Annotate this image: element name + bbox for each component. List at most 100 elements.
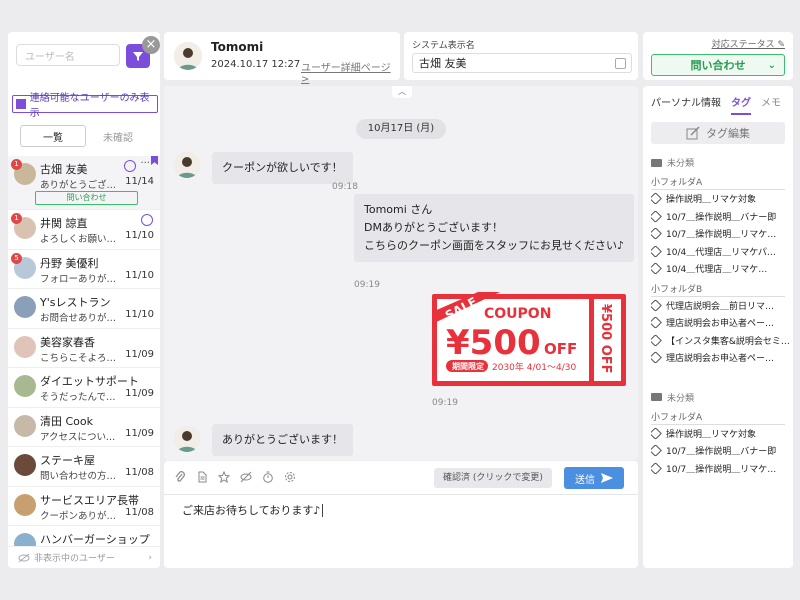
tab-tags[interactable]: タグ (731, 94, 751, 115)
user-list-item[interactable]: 1 井関 諒直 よろしくお願いし… 11/10 (8, 210, 160, 250)
message-date: 11/10 (125, 309, 154, 320)
close-icon[interactable]: × (142, 36, 160, 54)
message-date: 11/10 (125, 230, 154, 241)
chat-area[interactable]: ︿ 10月17日 (月) クーポンが欲しいです！ 09:18 Tomomi さん… (164, 86, 638, 460)
tag-item[interactable]: 【インスタ集客&説明会セミ… (651, 333, 791, 347)
tag-label: 10/4＿代理店＿リマケ… (666, 265, 768, 275)
user-list-item[interactable]: Y'sレストラン お問合せありがと… 11/10 (8, 289, 160, 329)
message-preview: ありがとうござい… (40, 180, 122, 191)
message-input[interactable]: ご来店お待ちしております♪ (182, 502, 327, 518)
message-time: 09:18 (332, 182, 358, 192)
tag-item[interactable]: 代理店説明会＿前日リマ… (651, 298, 791, 312)
tag-icon (651, 244, 662, 258)
confirm-status-button[interactable]: 確認済 (クリックで変更) (434, 468, 552, 488)
user-list-item[interactable]: 5 丹野 美優利 フォローありがと… 11/10 (8, 250, 160, 289)
message-date: 11/09 (125, 348, 154, 360)
tag-item[interactable]: 10/7＿操作説明＿バナー即 (651, 209, 791, 223)
user-name: 美容家春香 (40, 335, 95, 349)
message-preview: クーポンありがと… (40, 510, 122, 522)
send-button[interactable]: 送信 (564, 467, 624, 489)
coupon-limited: 期間限定 (452, 361, 484, 371)
tag-item[interactable]: 10/7＿操作説明＿バナー即 (651, 444, 791, 457)
tab-all[interactable]: 一覧 (20, 125, 86, 147)
search-input[interactable]: ユーザー名 (16, 44, 120, 66)
tag-icon (651, 192, 662, 205)
chevron-down-icon: ⌄ (767, 59, 776, 71)
tag-subfolder: 小フォルダA (651, 175, 785, 190)
status-select[interactable]: 問い合わせ ⌄ (651, 54, 785, 76)
tag-icon (651, 316, 662, 329)
message-text: クーポンが欲しいです！ (222, 161, 343, 174)
user-list-item[interactable]: 清田 Cook アクセスについて… 11/09 (8, 408, 160, 447)
tag-icon (651, 209, 662, 223)
tag-item[interactable]: 10/4＿代理店＿リマケ… (651, 262, 791, 275)
gear-icon[interactable] (284, 471, 296, 483)
status-label[interactable]: 対応ステータス ✎ (712, 37, 785, 50)
tag-item[interactable]: 操作説明＿リマケ対象 (651, 192, 791, 205)
avatar (14, 375, 36, 397)
user-detail-link[interactable]: ユーザー詳細ページ > (301, 59, 400, 85)
tag-item[interactable]: 操作説明＿リマケ対象 (651, 426, 791, 440)
user-name: Y'sレストラン (40, 296, 111, 309)
checkbox-icon (16, 99, 26, 109)
tag-icon (651, 351, 662, 364)
star-icon[interactable] (218, 471, 230, 483)
user-timestamp: 2024.10.17 12:27 (211, 59, 301, 70)
tag-item[interactable]: 理店説明会お申込者ペー… (651, 316, 791, 329)
hidden-users-link[interactable]: 非表示中のユーザー › (8, 546, 160, 568)
message-date: 11/14 (125, 176, 154, 187)
edit-icon[interactable] (615, 58, 626, 69)
divider (164, 494, 638, 495)
message-date: 11/08 (125, 506, 154, 518)
unread-badge: 5 (11, 252, 22, 264)
contactable-only-toggle[interactable]: 連絡可能なユーザーのみ表示 (12, 93, 158, 119)
tab-unconfirmed[interactable]: 未確認 (86, 125, 150, 147)
tab-personal-info[interactable]: パーソナル情報 (651, 94, 721, 115)
tag-label: 理店説明会お申込者ペー… (666, 354, 775, 364)
coupon-title: COUPON (484, 306, 551, 322)
user-name: Tomomi (211, 40, 264, 54)
user-name: 清田 Cook (40, 414, 94, 428)
message-preview: 問い合わせの方法… (40, 471, 122, 482)
avatar (174, 426, 200, 452)
status-badge: 問い合わせ (35, 191, 138, 205)
avatar (14, 493, 36, 516)
tag-item[interactable]: 10/4＿代理店＿リマケパ… (651, 244, 791, 258)
user-list-item[interactable]: 1 古畑 友美 ありがとうござい… 11/14 ··· 問い合わせ (8, 156, 160, 210)
tag-edit-label: タグ編集 (706, 127, 750, 140)
coupon-off: OFF (544, 340, 577, 358)
eye-off-icon[interactable] (240, 471, 252, 483)
message-text: こちらのクーポン画面をスタッフにお見せください♪ (364, 239, 625, 252)
contactable-only-label: 連絡可能なユーザーのみ表示 (29, 93, 150, 119)
eye-off-icon (18, 553, 30, 562)
system-name-label: システム表示名 (412, 41, 475, 51)
tag-item[interactable]: 10/7＿操作説明＿リマケ… (651, 227, 791, 240)
message-preview: アクセスについて… (40, 431, 122, 443)
more-icon[interactable]: ··· (140, 158, 150, 169)
user-list-item[interactable]: ステーキ屋 問い合わせの方法… 11/08 (8, 447, 160, 487)
document-icon[interactable] (196, 471, 208, 483)
tab-memo[interactable]: メモ (761, 94, 781, 115)
message-input-text: ご来店お待ちしております♪ (182, 504, 321, 517)
status-panel: 対応ステータス ✎ 問い合わせ ⌄ (643, 32, 793, 80)
paperclip-icon[interactable] (174, 471, 186, 483)
message-preview: お問合せありがと… (40, 313, 122, 324)
message-date: 11/09 (125, 388, 154, 399)
tag-edit-button[interactable]: タグ編集 (651, 122, 785, 144)
system-name-field[interactable]: 古畑 友美 (412, 53, 632, 73)
user-name: 古畑 友美 (40, 163, 88, 176)
user-list-item[interactable]: サービスエリア長帯 クーポンありがと… 11/08 (8, 487, 160, 526)
tag-label: 【インスタ集客&説明会セミ… (666, 336, 790, 347)
chevron-up-icon[interactable]: ︿ (392, 86, 412, 98)
tag-icon (651, 298, 662, 312)
avatar (14, 296, 36, 318)
send-icon (601, 473, 613, 483)
timer-icon[interactable] (262, 471, 274, 483)
user-list-item[interactable]: 美容家春香 こちらこそよろし… 11/09 (8, 329, 160, 368)
user-list-item[interactable]: ダイエットサポート そうだったんです… 11/09 (8, 368, 160, 408)
tag-item[interactable]: 理店説明会お申込者ペー… (651, 351, 791, 364)
message-time: 09:19 (354, 280, 380, 290)
tag-item[interactable]: 10/7＿操作説明＿リマケ… (651, 461, 791, 475)
tag-icon (651, 227, 662, 240)
coupon-period: 2030年 4/01～4/30 (492, 361, 576, 373)
